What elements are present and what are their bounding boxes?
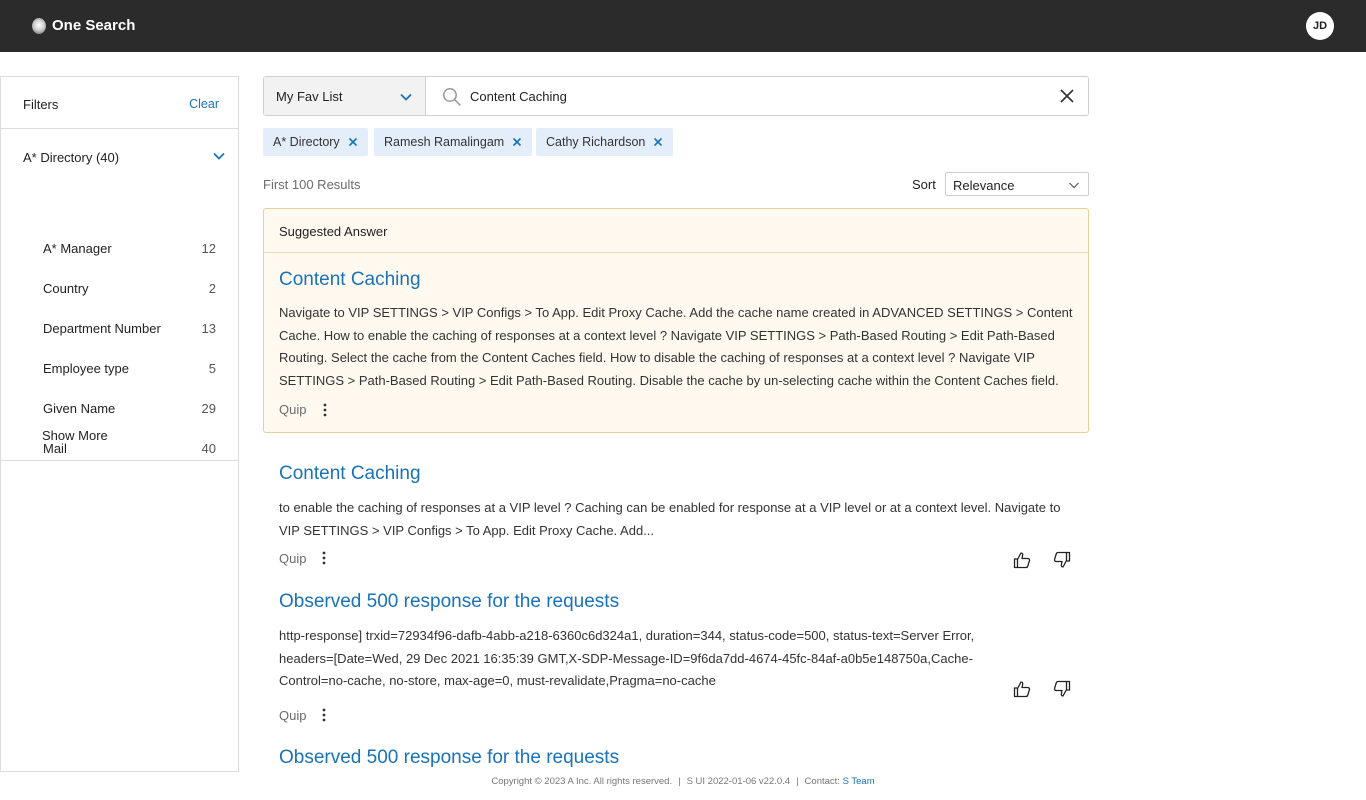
app-title: One Search <box>52 17 136 34</box>
result-title[interactable]: Content Caching <box>279 463 421 485</box>
divider <box>1 460 238 461</box>
facet-item-label: A* Manager <box>43 241 112 256</box>
search-bar: My Fav List <box>263 76 1089 116</box>
result-source: Quip <box>279 402 307 417</box>
result-source: Quip <box>279 708 307 723</box>
result-count: First 100 Results <box>263 177 361 192</box>
filters-header: Filters Clear <box>1 77 238 129</box>
close-icon[interactable] <box>653 137 663 147</box>
result-snippet: http-response] trxid=72934f96-dafb-4abb-… <box>279 628 975 688</box>
facet-item-manager[interactable]: A* Manager 12 <box>43 241 216 261</box>
version-text: S UI 2022-01-06 v22.0.4 <box>686 776 791 787</box>
facet-item-mail[interactable]: Mail 40 <box>43 441 216 461</box>
filter-chip-directory: A* Directory <box>263 128 368 156</box>
thumbs-down-icon[interactable] <box>1052 550 1072 570</box>
facet-group-directory: A* Directory (40) A* Manager 12 Country … <box>1 129 238 461</box>
close-icon[interactable] <box>348 137 358 147</box>
search-icon <box>443 88 461 106</box>
close-icon[interactable] <box>512 137 522 147</box>
facet-item-employee-type[interactable]: Employee type 5 <box>43 361 216 381</box>
chevron-down-icon[interactable] <box>212 149 226 163</box>
sort-dropdown[interactable]: Relevance <box>945 172 1089 196</box>
contact-link[interactable]: S Team <box>843 776 875 787</box>
result-title[interactable]: Observed 500 response for the requests <box>279 747 619 769</box>
facet-item-count: 12 <box>201 241 216 256</box>
facet-item-department-number[interactable]: Department Number 13 <box>43 321 216 341</box>
facet-item-label: Country <box>43 281 89 296</box>
sort-label: Sort <box>912 177 936 192</box>
suggested-answer-title[interactable]: Content Caching <box>279 269 421 291</box>
sort-value: Relevance <box>953 178 1015 193</box>
top-bar: One Search JD <box>0 0 1366 52</box>
suggested-answer-label: Suggested Answer <box>279 224 388 239</box>
facet-item-label: Department Number <box>43 321 161 336</box>
facet-item-count: 5 <box>208 361 216 376</box>
result-title[interactable]: Observed 500 response for the requests <box>279 591 619 613</box>
chip-label: Ramesh Ramalingam <box>384 135 505 149</box>
show-more-link[interactable]: Show More <box>42 428 108 443</box>
thumbs-down-icon[interactable] <box>1052 679 1072 699</box>
contact-label: Contact: <box>804 776 840 787</box>
avatar[interactable]: JD <box>1306 12 1334 40</box>
scope-dropdown[interactable]: My Fav List <box>264 77 426 115</box>
chip-label: A* Directory <box>273 135 340 149</box>
chevron-down-icon <box>1069 182 1079 189</box>
chevron-down-icon <box>400 93 412 101</box>
facet-item-label: Employee type <box>43 361 129 376</box>
facet-item-count: 40 <box>201 441 216 456</box>
copyright-text: Copyright © 2023 A Inc. All rights reser… <box>491 776 673 787</box>
more-options-icon[interactable] <box>321 708 327 722</box>
thumbs-up-icon[interactable] <box>1012 550 1032 570</box>
filter-chip-ramesh: Ramesh Ramalingam <box>374 128 533 156</box>
result-snippet: to enable the caching of responses at a … <box>279 500 1061 538</box>
result-source: Quip <box>279 551 307 566</box>
suggested-answer-card: Suggested Answer Content Caching Navigat… <box>263 208 1089 433</box>
facet-item-label: Mail <box>43 441 67 456</box>
thumbs-up-icon[interactable] <box>1012 679 1032 699</box>
suggested-answer-snippet: Navigate to VIP SETTINGS > VIP Configs >… <box>279 305 1073 388</box>
facet-item-country[interactable]: Country 2 <box>43 281 216 301</box>
filter-chip-cathy: Cathy Richardson <box>536 128 674 156</box>
clear-filters-link[interactable]: Clear <box>189 97 219 111</box>
facet-item-label: Given Name <box>43 401 116 416</box>
facet-item-count: 13 <box>201 321 216 336</box>
more-options-icon[interactable] <box>322 403 328 417</box>
scope-label: My Fav List <box>276 89 343 104</box>
footer: Copyright © 2023 A Inc. All rights reser… <box>491 776 875 787</box>
filters-title: Filters <box>23 97 59 112</box>
chip-label: Cathy Richardson <box>546 135 646 149</box>
suggested-answer-header: Suggested Answer <box>264 209 1088 253</box>
facet-item-given-name[interactable]: Given Name 29 <box>43 401 216 421</box>
logo-icon <box>32 18 46 34</box>
close-icon[interactable] <box>1060 89 1074 103</box>
search-input[interactable] <box>470 85 1050 107</box>
facet-item-count: 29 <box>201 401 216 416</box>
more-options-icon[interactable] <box>321 551 327 565</box>
facet-group-title[interactable]: A* Directory (40) <box>23 150 119 165</box>
filters-sidebar: Filters Clear A* Directory (40) A* Manag… <box>0 76 239 772</box>
facet-item-count: 2 <box>208 281 216 296</box>
